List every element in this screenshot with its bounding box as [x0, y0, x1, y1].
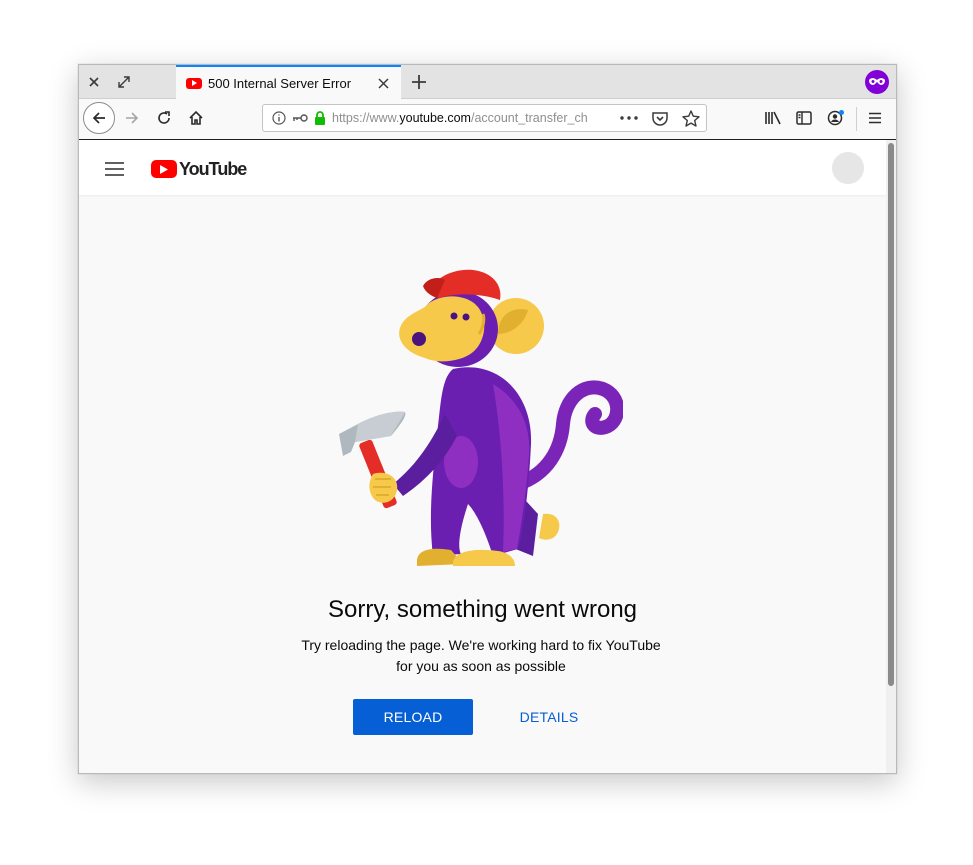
youtube-header: YouTube [79, 140, 886, 195]
tab-strip: 500 Internal Server Error [79, 65, 896, 99]
window-close-button[interactable] [83, 71, 105, 93]
reload-button[interactable]: RELOAD [353, 699, 473, 735]
plus-icon [412, 75, 426, 89]
info-icon[interactable] [272, 111, 286, 125]
more-icon[interactable] [620, 116, 638, 120]
reload-button[interactable] [149, 103, 179, 133]
pocket-icon[interactable] [652, 111, 668, 126]
sidebar-icon [796, 111, 812, 125]
back-button[interactable] [83, 102, 115, 134]
lock-icon[interactable] [314, 111, 326, 125]
account-button[interactable] [821, 103, 851, 133]
app-menu-button[interactable] [860, 103, 890, 133]
maximize-icon [118, 76, 130, 88]
key-icon[interactable] [292, 113, 308, 123]
youtube-logo[interactable]: YouTube [151, 158, 247, 179]
home-button[interactable] [181, 103, 211, 133]
error-message: Try reloading the page. We're working ha… [301, 637, 661, 674]
youtube-play-icon [151, 160, 177, 178]
new-tab-button[interactable] [407, 70, 431, 94]
details-button[interactable]: DETAILS [504, 699, 594, 735]
back-arrow-icon [92, 112, 105, 124]
library-icon [765, 111, 781, 125]
tab-active[interactable]: 500 Internal Server Error [176, 65, 401, 99]
page-content: YouTube Sorry, something went wrong Try … [79, 140, 896, 773]
browser-window: 500 Internal Server Error https://www.yo… [78, 64, 897, 774]
close-icon [89, 77, 99, 87]
url-path: /account_transfer_ch [470, 111, 587, 125]
youtube-logo-text: YouTube [179, 158, 247, 179]
tab-close-button[interactable] [373, 73, 393, 93]
youtube-favicon [186, 77, 202, 89]
scrollbar-thumb[interactable] [888, 143, 894, 686]
url-prefix: https://www. [332, 111, 400, 125]
library-button[interactable] [758, 103, 788, 133]
sidebar-button[interactable] [789, 103, 819, 133]
url-text[interactable]: https://www.youtube.com/account_transfer… [332, 111, 587, 125]
account-icon [827, 110, 844, 126]
url-bar[interactable]: https://www.youtube.com/account_transfer… [262, 104, 707, 132]
reload-icon [158, 111, 170, 124]
hamburger-icon[interactable] [103, 157, 127, 181]
error-title: Sorry, something went wrong [327, 596, 638, 623]
tab-close-icon [377, 77, 389, 89]
avatar[interactable] [832, 152, 864, 184]
tab-title: 500 Internal Server Error [208, 75, 352, 91]
forward-button[interactable] [117, 103, 147, 133]
private-browsing-icon [865, 70, 889, 94]
window-maximize-button[interactable] [113, 71, 135, 93]
menu-icon [869, 112, 881, 124]
home-icon [189, 110, 203, 125]
url-domain: youtube.com [399, 111, 471, 125]
monkey-illustration [339, 269, 623, 566]
star-icon[interactable] [682, 109, 700, 127]
nav-toolbar: https://www.youtube.com/account_transfer… [79, 99, 896, 140]
toolbar-separator [856, 107, 857, 131]
forward-arrow-icon [126, 112, 139, 124]
scrollbar[interactable] [886, 140, 896, 773]
